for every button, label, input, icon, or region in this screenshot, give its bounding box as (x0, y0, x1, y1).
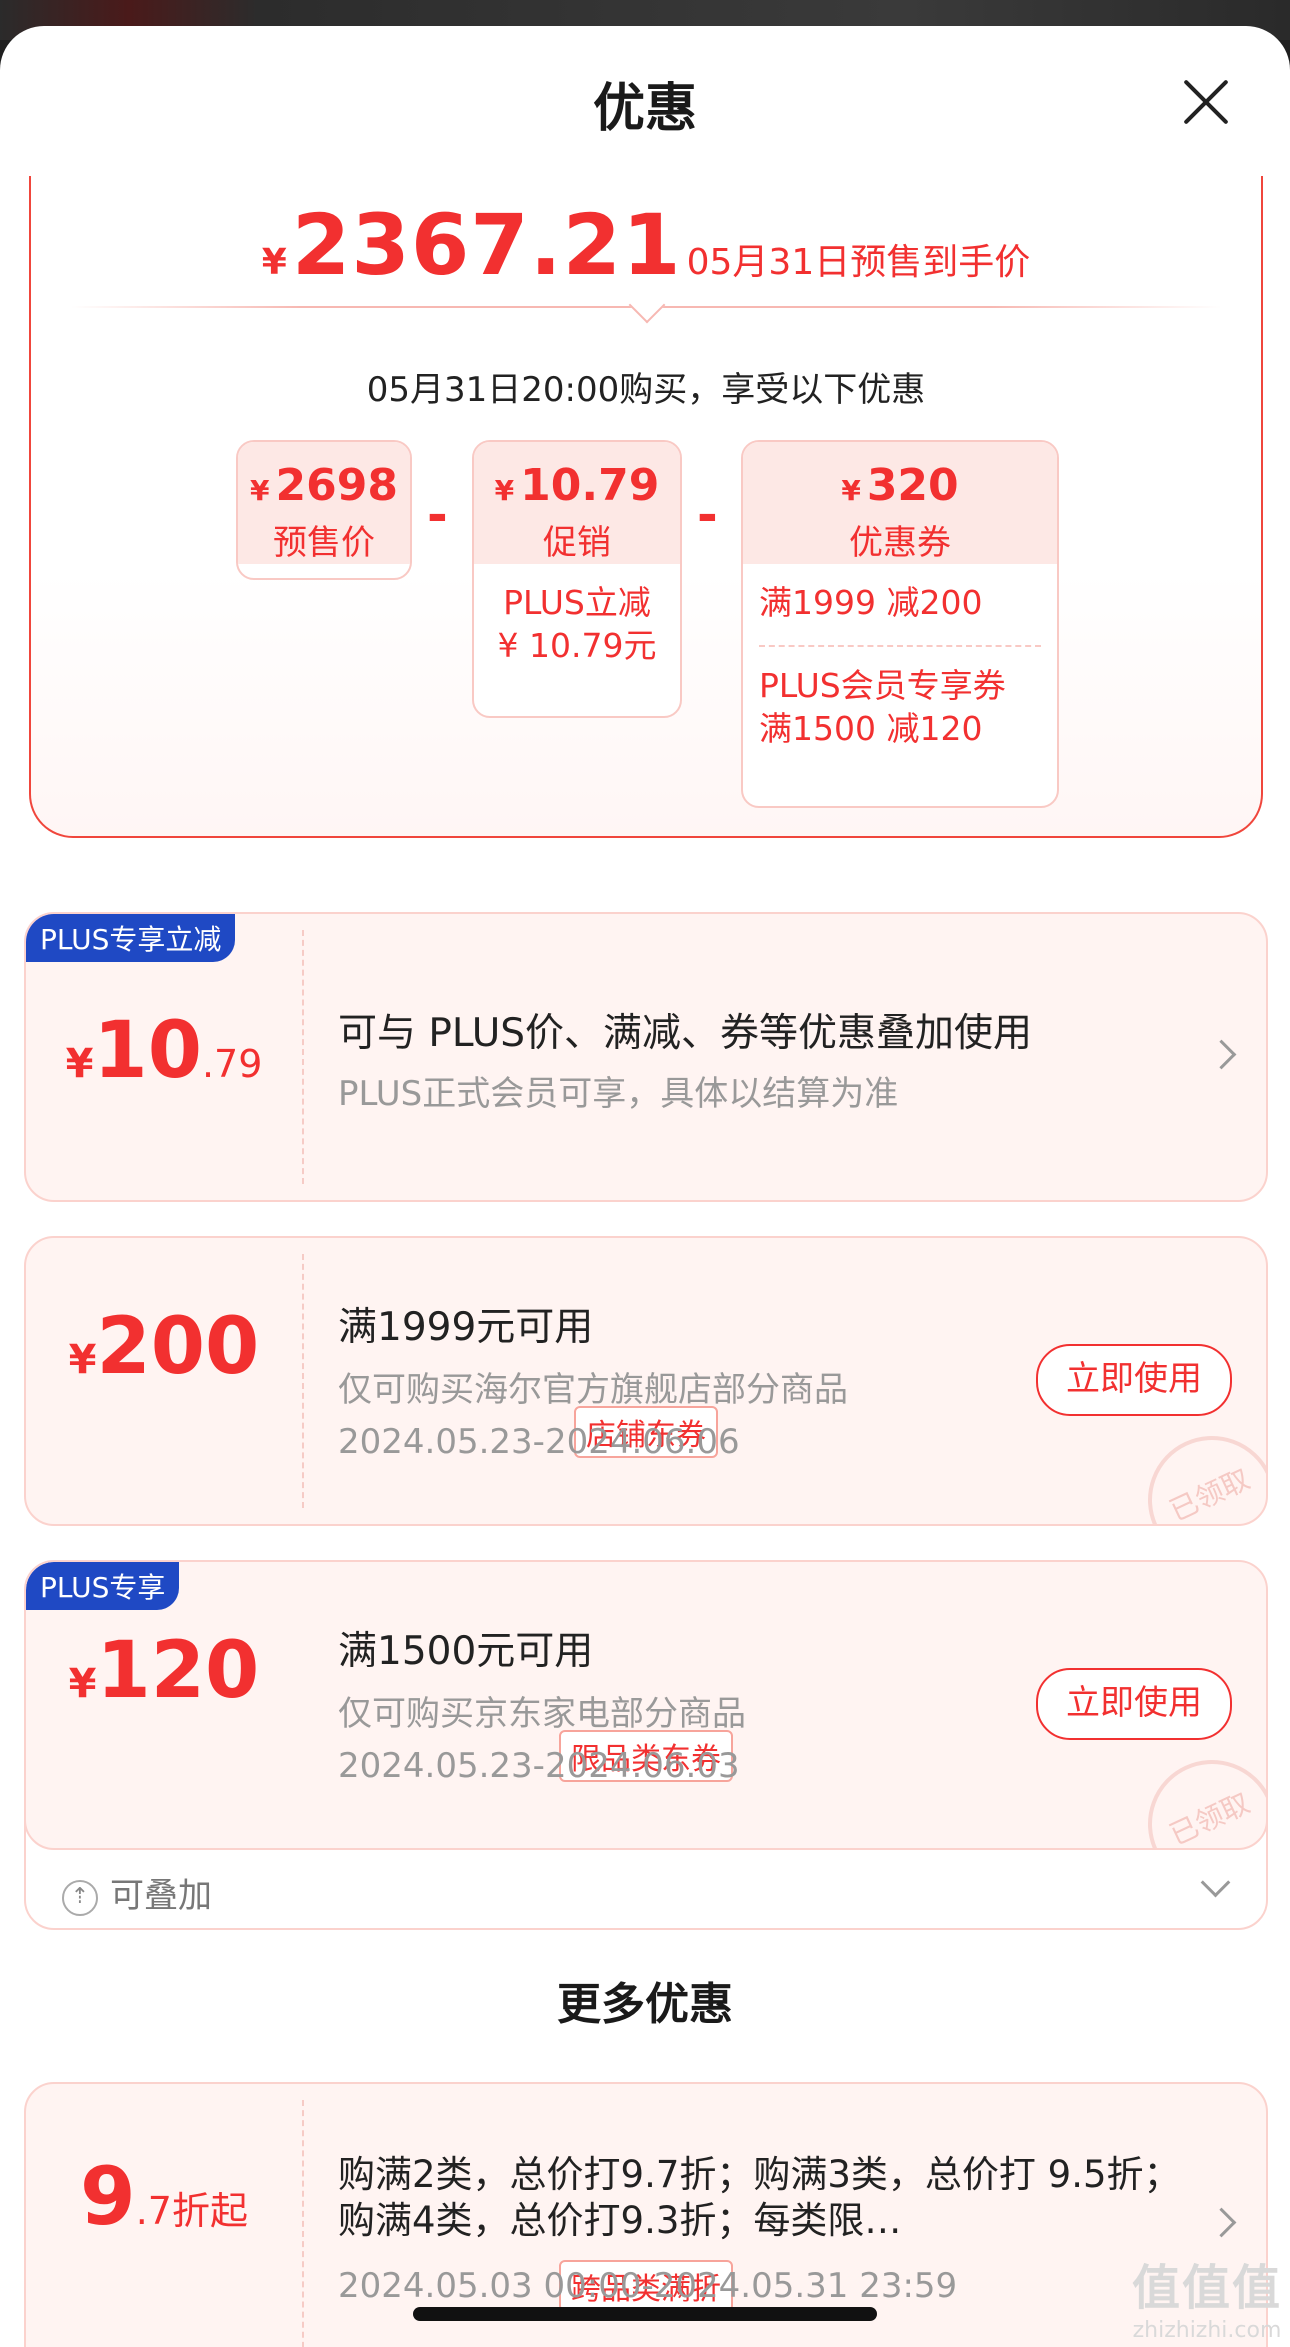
discount-validity: 2024.05.03 00:00-2024.05.31 23:59 (338, 2266, 958, 2306)
coupon-detail-1: 满1999 减200 (759, 583, 983, 622)
minus-sign: - (427, 486, 448, 544)
coupon-amount: ¥120 (68, 1626, 260, 1716)
buy-tip: 05月31日20:00购买，享受以下优惠 (366, 370, 926, 410)
stack-arrow-icon: ⇡ (62, 1879, 98, 1916)
chevron-down-icon[interactable] (1200, 1867, 1231, 1898)
close-icon[interactable] (1182, 78, 1230, 126)
coupon-label: 优惠券 (849, 523, 951, 563)
promotion-box: ¥10.79 促销 PLUS立减 ¥ 10.79元 (472, 440, 682, 718)
home-indicator[interactable] (413, 2307, 877, 2321)
minus-sign: - (697, 486, 718, 544)
use-now-button[interactable]: 立即使用 (1036, 1344, 1232, 1416)
coupon-condition: 满1999元可用 (338, 1305, 594, 1350)
presale-label: 预售价 (273, 523, 375, 563)
discount-rules: 购满2类，总价打9.7折；购满3类，总价打 9.5折；购满4类，总价打9.3折；… (338, 2153, 1181, 2242)
promotion-detail: PLUS立减 ¥ 10.79元 (497, 583, 657, 665)
claimed-stamp: 已领取 (1126, 1414, 1266, 1524)
promotion-amount: 10.79 (520, 460, 660, 511)
card-title: 可与 PLUS价、满减、券等优惠叠加使用 (338, 1011, 1033, 1056)
discount-sheet: 优惠 ¥ 2367.21 05月31日预售到手价 05月31日20:00购买，享… (0, 26, 1290, 2347)
discount-rate: 9.7折起 (80, 2150, 248, 2243)
final-price-desc: 05月31日预售到手价 (686, 242, 1031, 283)
card-subtitle: PLUS正式会员可享，具体以结算为准 (338, 1074, 899, 1114)
final-currency: ¥ (261, 242, 287, 283)
promotion-label: 促销 (543, 523, 611, 563)
claimed-stamp: 已领取 (1126, 1738, 1266, 1848)
watermark: 值值值 zhizhizhi.com (1131, 2260, 1282, 2343)
coupon-amount: ¥200 (68, 1302, 260, 1392)
use-now-button[interactable]: 立即使用 (1036, 1668, 1232, 1740)
more-discounts-title: 更多优惠 (557, 1979, 733, 2030)
store-coupon-card: ¥200 店铺东券 满1999元可用 仅可购买海尔官方旗舰店部分商品 2024.… (24, 1236, 1268, 1526)
final-price: ¥ 2367.21 05月31日预售到手价 (31, 196, 1261, 294)
stackable-label: 可叠加 (110, 1876, 212, 1916)
chevron-right-icon[interactable] (1206, 2207, 1237, 2238)
coupon-validity: 2024.05.23-2024.06.03 (338, 1746, 740, 1786)
final-price-value: 2367.21 (291, 196, 682, 294)
sheet-title: 优惠 (592, 79, 697, 139)
coupon-amount: 320 (866, 460, 959, 511)
plus-tag: PLUS专享立减 (26, 914, 236, 962)
category-coupon-group: PLUS专享 ¥120 限品类东券 满1500元可用 仅可购买京东家电部分商品 … (24, 1560, 1268, 1930)
plus-discount-card[interactable]: PLUS专享立减 ¥10.79 可与 PLUS价、满减、券等优惠叠加使用 PLU… (24, 912, 1268, 1202)
coupon-detail-2: PLUS会员专享券 满1500 减120 (759, 665, 1006, 748)
chevron-right-icon[interactable] (1206, 1039, 1237, 1070)
coupon-scope: 仅可购买海尔官方旗舰店部分商品 (338, 1370, 848, 1410)
presale-amount: 2698 (275, 460, 398, 511)
price-summary-panel: ¥ 2367.21 05月31日预售到手价 05月31日20:00购买，享受以下… (29, 176, 1263, 838)
stackable-row[interactable]: ⇡ 可叠加 (62, 1868, 212, 1917)
discount-amount: ¥10.79 (65, 1006, 263, 1096)
presale-price-box: ¥2698 预售价 (236, 440, 412, 580)
coupon-validity: 2024.05.23-2024.06.06 (338, 1422, 740, 1462)
plus-tag: PLUS专享 (26, 1562, 180, 1610)
category-coupon-card: PLUS专享 ¥120 限品类东券 满1500元可用 仅可购买京东家电部分商品 … (26, 1562, 1266, 1850)
coupon-box: ¥320 优惠券 满1999 减200 PLUS会员专享券 满1500 减120 (741, 440, 1059, 808)
coupon-scope: 仅可购买京东家电部分商品 (338, 1694, 746, 1734)
coupon-condition: 满1500元可用 (338, 1629, 594, 1674)
